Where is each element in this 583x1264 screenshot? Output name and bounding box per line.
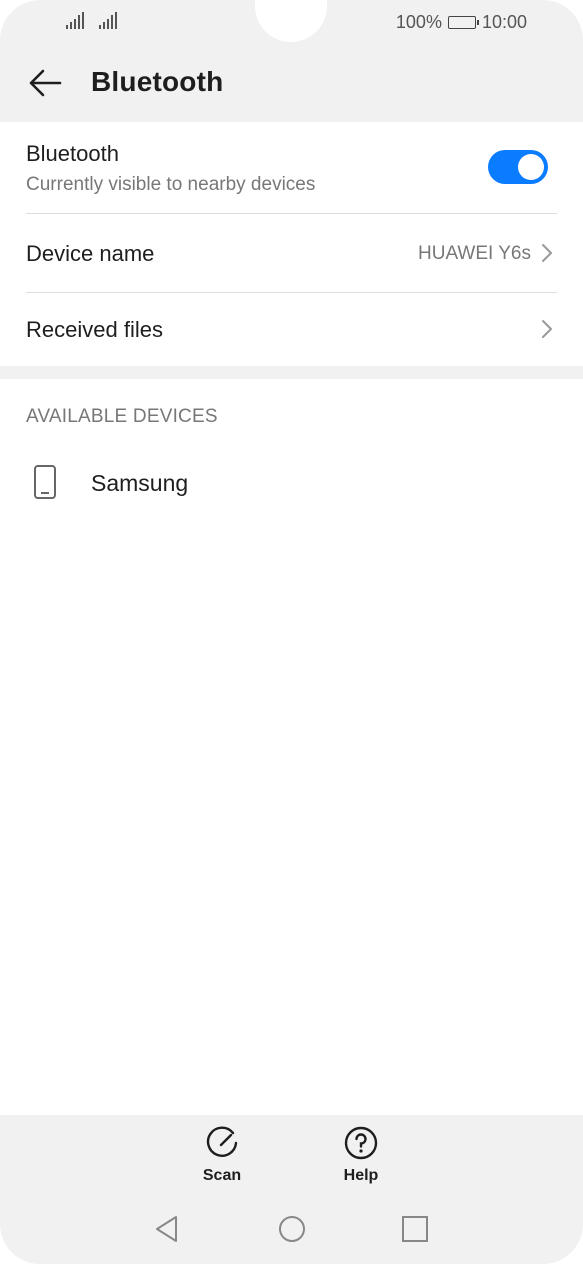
arrow-left-icon[interactable] (28, 68, 62, 98)
received-files-label: Received files (26, 317, 163, 342)
toggle-knob (518, 154, 544, 180)
chevron-right-icon (542, 320, 552, 338)
bluetooth-subtitle: Currently visible to nearby devices (26, 174, 316, 195)
signal-icon (66, 12, 84, 29)
help-label: Help (343, 1167, 379, 1184)
scan-label: Scan (202, 1167, 242, 1184)
scan-icon (206, 1126, 238, 1157)
battery-percent: 100% (395, 11, 442, 32)
help-button[interactable]: Help (326, 1125, 396, 1195)
chevron-right-icon (542, 244, 552, 262)
device-name-label: Device name (26, 241, 155, 266)
bluetooth-toggle[interactable] (488, 150, 548, 184)
help-icon (344, 1126, 378, 1160)
camera-notch (255, 0, 327, 42)
device-item-label: Samsung (91, 470, 189, 496)
bluetooth-label: Bluetooth (26, 141, 119, 166)
section-separator (0, 366, 583, 379)
device-name-value: HUAWEI Y6s (418, 243, 531, 264)
scan-button[interactable]: Scan (187, 1125, 257, 1195)
available-devices-header: AVAILABLE DEVICES (26, 406, 218, 427)
back-nav-icon[interactable] (152, 1214, 182, 1244)
home-nav-icon[interactable] (277, 1214, 307, 1244)
phone-icon (34, 465, 56, 499)
status-bar: 100% 10:00 (0, 0, 583, 46)
app-header: Bluetooth (0, 46, 583, 122)
signal-icon (99, 12, 117, 29)
battery-icon (447, 15, 479, 29)
clock: 10:00 (481, 11, 527, 32)
recents-nav-icon[interactable] (400, 1214, 430, 1244)
device-item-samsung[interactable] (0, 448, 583, 520)
status-right: 100% 10:00 (396, 12, 527, 32)
phone-screen: 100% 10:00 Bluetooth Bluetooth Currently… (0, 0, 583, 1264)
page-title: Bluetooth (91, 66, 224, 97)
